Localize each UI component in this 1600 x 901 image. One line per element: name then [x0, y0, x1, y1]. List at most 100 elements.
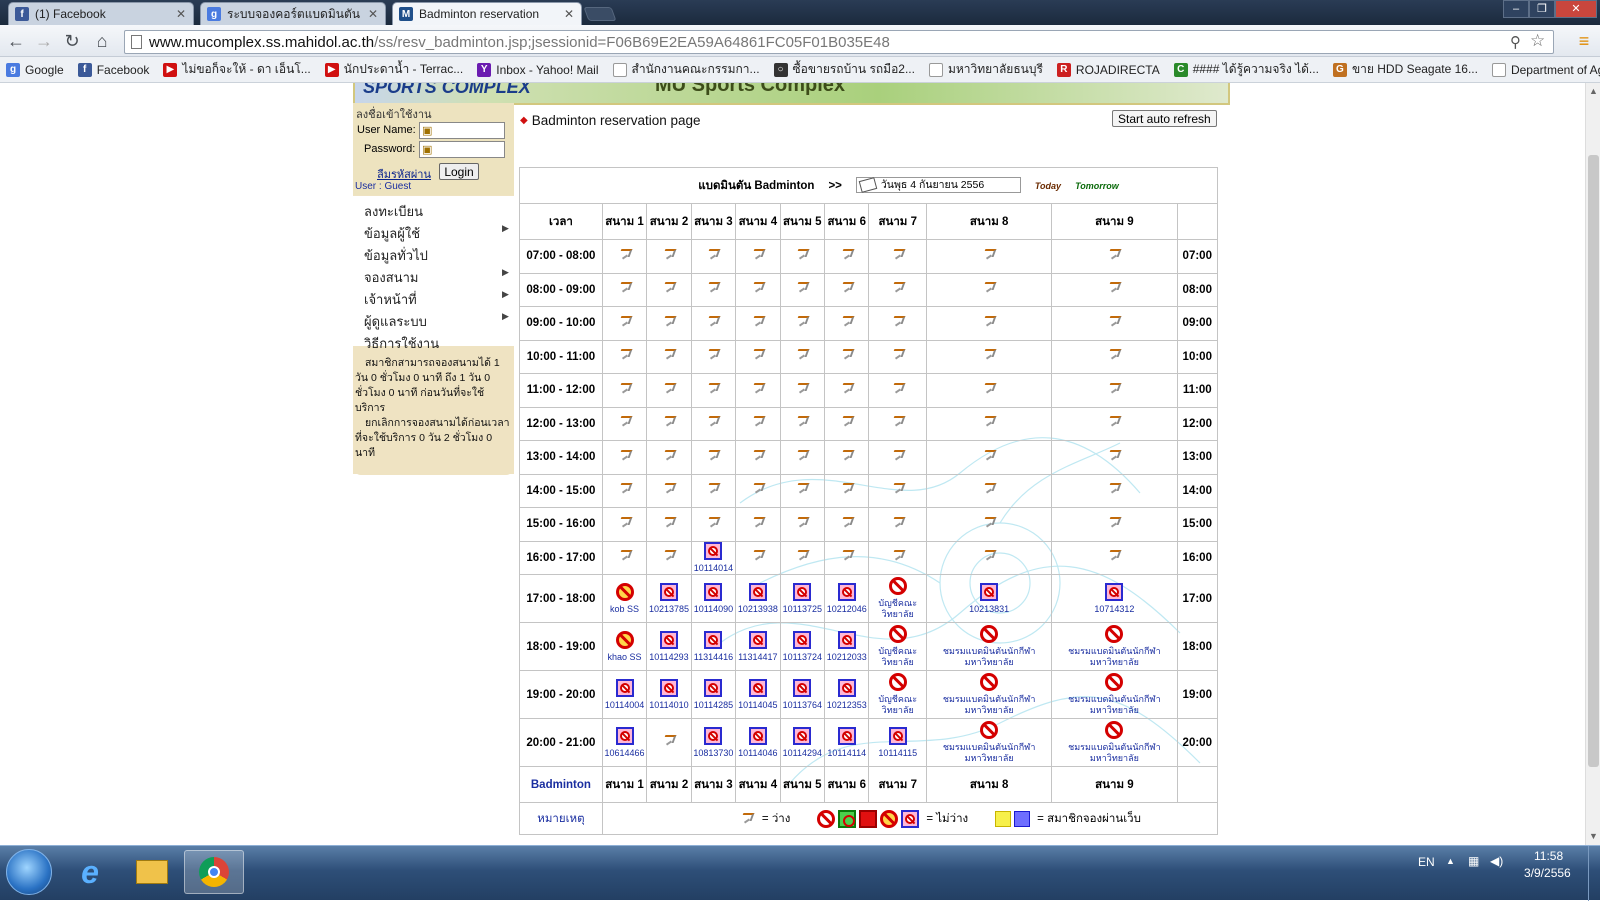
slot-cell[interactable]: ชมรมแบดมินตันนักกีฬา มหาวิทยาลัย [1051, 718, 1178, 767]
slot-cell[interactable] [824, 473, 870, 508]
date-picker[interactable]: วันพุธ 4 กันยายน 2556 [855, 177, 1021, 194]
close-icon[interactable]: ✕ [563, 7, 575, 21]
shuttlecock-free-icon[interactable] [617, 481, 633, 497]
bookmark-item[interactable]: สำนักงานคณะกรรมกา... [612, 60, 760, 79]
shuttlecock-free-icon[interactable] [839, 448, 855, 464]
shuttlecock-free-icon[interactable] [705, 481, 721, 497]
shuttlecock-free-icon[interactable] [705, 515, 721, 531]
staff-booking-icon[interactable] [615, 582, 634, 601]
slot-cell[interactable] [690, 272, 737, 307]
menu-item[interactable]: ผู้ดูแลระบบ ▶ [364, 311, 509, 332]
shuttlecock-free-icon[interactable] [617, 515, 633, 531]
reserved-no-entry-icon[interactable] [1105, 673, 1124, 691]
bookmark-item[interactable]: g Google [6, 62, 64, 77]
slot-cell[interactable] [735, 440, 781, 475]
tab-reservation-system[interactable]: g ระบบจองคอร์ตแบดมินตัน - C ✕ [200, 2, 386, 25]
password-field[interactable]: ▣ [419, 141, 505, 158]
new-tab-button[interactable] [583, 7, 617, 21]
slot-cell[interactable] [690, 239, 737, 274]
slot-cell[interactable] [926, 540, 1053, 575]
slot-cell[interactable] [646, 718, 692, 767]
slot-cell[interactable] [1051, 540, 1178, 575]
web-booking-icon[interactable] [793, 630, 812, 649]
slot-cell[interactable] [735, 473, 781, 508]
shuttlecock-free-icon[interactable] [794, 247, 810, 263]
slot-cell[interactable]: 10113725 [779, 574, 826, 623]
shuttlecock-free-icon[interactable] [705, 247, 721, 263]
bookmark-item[interactable]: มหาวิทยาลัยธนบุรี [928, 60, 1043, 79]
show-desktop-button[interactable] [1588, 846, 1600, 901]
shuttlecock-free-icon[interactable] [750, 448, 766, 464]
slot-cell[interactable] [601, 540, 648, 575]
slot-cell[interactable] [601, 306, 648, 341]
slot-cell[interactable] [735, 306, 781, 341]
web-booking-icon[interactable] [837, 630, 856, 649]
web-booking-icon[interactable] [1105, 582, 1124, 601]
auto-refresh-button[interactable]: Start auto refresh [1112, 110, 1217, 127]
shuttlecock-free-icon[interactable] [794, 280, 810, 296]
slot-cell[interactable] [868, 473, 928, 508]
slot-cell[interactable]: 10114294 [779, 718, 826, 767]
slot-cell[interactable] [646, 272, 692, 307]
slot-cell[interactable] [824, 306, 870, 341]
slot-cell[interactable]: บัญชีคณะ วิทยาลัย [868, 622, 928, 671]
shuttlecock-free-icon[interactable] [794, 314, 810, 330]
slot-cell[interactable]: 10114014 [690, 540, 737, 575]
bookmark-item[interactable]: ▶ นักประดาน้ำ - Terrac... [324, 60, 463, 79]
shuttlecock-free-icon[interactable] [661, 515, 677, 531]
slot-cell[interactable] [868, 507, 928, 542]
shuttlecock-free-icon[interactable] [981, 548, 997, 564]
slot-cell[interactable] [868, 406, 928, 441]
slot-cell[interactable] [646, 473, 692, 508]
shuttlecock-free-icon[interactable] [1106, 247, 1122, 263]
web-booking-icon[interactable] [793, 678, 812, 697]
slot-cell[interactable]: kob SS [601, 574, 648, 623]
shuttlecock-free-icon[interactable] [750, 548, 766, 564]
vertical-scrollbar[interactable]: ▲ ▼ [1585, 83, 1600, 845]
menu-item[interactable]: จองสนาม ▶ [364, 267, 509, 288]
shuttlecock-free-icon[interactable] [617, 347, 633, 363]
slot-cell[interactable]: ชมรมแบดมินตันนักกีฬา มหาวิทยาลัย [926, 718, 1053, 767]
web-booking-icon[interactable] [704, 630, 723, 649]
shuttlecock-free-icon[interactable] [981, 448, 997, 464]
slot-cell[interactable]: khao SS [601, 622, 648, 671]
bookmark-item[interactable]: C #### ได้รู้ความจริง ได้... [1173, 60, 1319, 79]
minimize-button[interactable]: – [1503, 0, 1529, 18]
shuttlecock-free-icon[interactable] [705, 381, 721, 397]
shuttlecock-free-icon[interactable] [839, 381, 855, 397]
slot-cell[interactable] [779, 440, 826, 475]
slot-cell[interactable] [735, 540, 781, 575]
shuttlecock-free-icon[interactable] [661, 448, 677, 464]
close-icon[interactable]: ✕ [367, 7, 379, 21]
reserved-no-entry-icon[interactable] [888, 625, 907, 643]
web-booking-icon[interactable] [888, 726, 907, 745]
shuttlecock-free-icon[interactable] [890, 481, 906, 497]
slot-cell[interactable] [824, 440, 870, 475]
shuttlecock-free-icon[interactable] [617, 280, 633, 296]
slot-cell[interactable] [926, 507, 1053, 542]
web-booking-icon[interactable] [704, 582, 723, 601]
bookmark-item[interactable]: ▶ ไม่ขอก็จะให้ - ดา เอ็นโ... [163, 60, 311, 79]
slot-cell[interactable]: บัญชีคณะ วิทยาลัย [868, 574, 928, 623]
shuttlecock-free-icon[interactable] [661, 347, 677, 363]
shuttlecock-free-icon[interactable] [890, 414, 906, 430]
slot-cell[interactable] [601, 272, 648, 307]
shuttlecock-free-icon[interactable] [617, 448, 633, 464]
shuttlecock-free-icon[interactable] [617, 548, 633, 564]
reserved-no-entry-icon[interactable] [980, 721, 999, 739]
slot-cell[interactable]: 11314417 [735, 622, 781, 671]
slot-cell[interactable]: 10213831 [926, 574, 1053, 623]
shuttlecock-free-icon[interactable] [705, 414, 721, 430]
slot-cell[interactable] [926, 339, 1053, 374]
slot-cell[interactable]: 11314416 [690, 622, 737, 671]
clock-date[interactable]: 3/9/2556 [1524, 866, 1571, 880]
slot-cell[interactable]: 10212353 [824, 670, 870, 719]
slot-cell[interactable] [926, 473, 1053, 508]
shuttlecock-free-icon[interactable] [661, 381, 677, 397]
window-close-button[interactable]: ✕ [1555, 0, 1597, 18]
shuttlecock-free-icon[interactable] [661, 548, 677, 564]
shuttlecock-free-icon[interactable] [981, 381, 997, 397]
slot-cell[interactable] [824, 272, 870, 307]
slot-cell[interactable]: 10113764 [779, 670, 826, 719]
bookmark-item[interactable]: f Facebook [77, 62, 149, 77]
